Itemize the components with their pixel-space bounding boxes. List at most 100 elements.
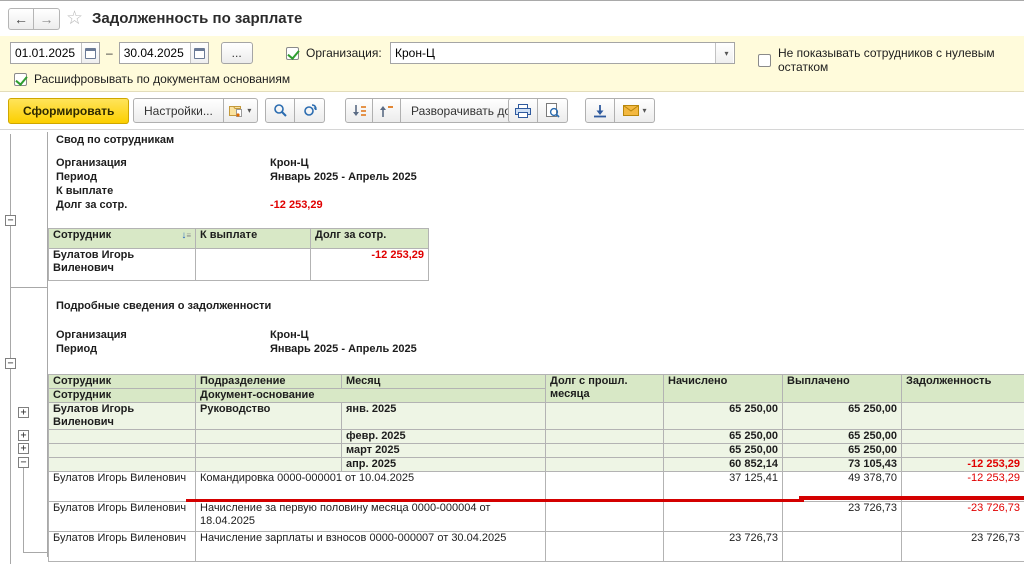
hide-zero-balance-checkbox[interactable]: [758, 54, 771, 67]
cell-paid: 73 105,43: [783, 458, 902, 472]
col-paid: Выплачено: [783, 375, 902, 403]
cell-debt: [902, 444, 1024, 458]
cell-employee: [49, 430, 196, 444]
decrypt-by-documents-label: Расшифровывать по документам основаниям: [34, 72, 290, 86]
row-expander-apr[interactable]: −: [18, 457, 29, 468]
date-to-input[interactable]: [120, 43, 190, 63]
cell-department: [196, 444, 342, 458]
cell-paid: 65 250,00: [783, 430, 902, 444]
forward-button[interactable]: →: [34, 8, 60, 30]
expand-groups-button[interactable]: [345, 98, 373, 123]
group-tree-line: [10, 287, 47, 288]
row-expander-feb[interactable]: +: [18, 430, 29, 441]
date-from-input[interactable]: [11, 43, 81, 63]
summary-org-value: Крон-Ц: [270, 157, 309, 169]
cell-document: Начисление за первую половину месяца 000…: [196, 502, 546, 532]
cell-prev: [546, 430, 664, 444]
chevron-down-icon: ▾: [643, 106, 647, 115]
cell-employee: Булатов Игорь Виленович: [49, 472, 196, 502]
cell-paid: [783, 532, 902, 562]
details-table: Сотрудник Подразделение Месяц Долг с про…: [48, 374, 1024, 562]
cell-prev: [546, 403, 664, 430]
cell-paid: 65 250,00: [783, 444, 902, 458]
table-row: апр. 2025 60 852,14 73 105,43 -12 253,29: [49, 458, 1024, 472]
cell-paid: 65 250,00: [783, 403, 902, 430]
search-next-button[interactable]: [295, 98, 325, 123]
col-accrued: Начислено: [664, 375, 783, 403]
hide-zero-balance-label: Не показывать сотрудников с нулевым оста…: [778, 46, 1024, 74]
settings-button[interactable]: Настройки...: [133, 98, 224, 123]
details-header-fields: ОрганизацияКрон-Ц ПериодЯнварь 2025 - Ап…: [56, 328, 417, 356]
summary-header-fields: ОрганизацияКрон-Ц ПериодЯнварь 2025 - Ап…: [56, 156, 417, 212]
date-from-calendar-button[interactable]: [81, 43, 99, 63]
print-preview-icon: [545, 103, 560, 118]
top-navigation-bar: ← → ☆ Задолженность по зарплате: [0, 0, 1024, 36]
group-expander-details[interactable]: −: [5, 358, 16, 369]
back-button[interactable]: ←: [8, 8, 34, 30]
envelope-icon: [623, 105, 639, 116]
details-section-title: Подробные сведения о задолженности: [56, 300, 271, 312]
row-expander-jan[interactable]: +: [18, 407, 29, 418]
table-row: Булатов Игорь Виленович Руководство янв.…: [49, 403, 1024, 430]
details-period-value: Январь 2025 - Апрель 2025: [270, 343, 417, 355]
details-org-value: Крон-Ц: [270, 329, 309, 341]
table-row: Булатов Игорь Виленович Начисление за пе…: [49, 502, 1024, 532]
cell-accrued: 37 125,41: [664, 472, 783, 502]
date-to-field: [119, 42, 209, 64]
cell-debt: 23 726,73: [902, 532, 1024, 562]
report-variant-icon: [229, 104, 243, 117]
cell-department: [196, 458, 342, 472]
favorite-star-icon[interactable]: ☆: [66, 7, 83, 30]
cell-employee: [49, 458, 196, 472]
summary-row-topay: [196, 249, 311, 281]
group-tree-line: [10, 134, 11, 564]
col-document: Документ-основание: [196, 389, 546, 403]
search-button[interactable]: [265, 98, 295, 123]
details-period-label: Период: [56, 343, 270, 355]
report-variants-button[interactable]: ▾: [224, 98, 258, 123]
save-report-button[interactable]: [585, 98, 615, 123]
summary-table: ↓≡Сотрудник К выплате Долг за сотр. Була…: [48, 228, 429, 281]
summary-col-employee: ↓≡Сотрудник: [49, 229, 196, 249]
forward-arrow-icon: →: [40, 11, 54, 27]
print-button[interactable]: [508, 98, 538, 123]
summary-topay-label: К выплате: [56, 185, 270, 197]
summary-section-title: Свод по сотрудникам: [56, 134, 174, 146]
cell-accrued: [664, 502, 783, 532]
cell-accrued: 60 852,14: [664, 458, 783, 472]
summary-col-topay: К выплате: [196, 229, 311, 249]
page-title: Задолженность по зарплате: [92, 10, 302, 27]
cell-employee: Булатов Игорь Виленович: [49, 532, 196, 562]
table-row: февр. 2025 65 250,00 65 250,00: [49, 430, 1024, 444]
organization-checkbox[interactable]: [286, 47, 299, 60]
col-employee-2: Сотрудник: [49, 389, 196, 403]
table-row: Булатов Игорь Виленович Начисление зарпл…: [49, 532, 1024, 562]
send-email-button[interactable]: ▾: [615, 98, 655, 123]
row-expander-mar[interactable]: +: [18, 443, 29, 454]
decrypt-by-documents-checkbox[interactable]: [14, 73, 27, 86]
search-next-icon: [302, 103, 318, 118]
cell-month: февр. 2025: [342, 430, 546, 444]
cell-employee: Булатов Игорь Виленович: [49, 403, 196, 430]
cell-debt: [902, 403, 1024, 430]
app-window: ← → ☆ Задолженность по зарплате – ... Ор…: [0, 0, 1024, 564]
expand-to-label: Разворачивать до: [411, 104, 511, 118]
collapse-groups-button[interactable]: [373, 98, 401, 123]
date-to-calendar-button[interactable]: [190, 43, 208, 63]
cell-paid: 23 726,73: [783, 502, 902, 532]
details-org-label: Организация: [56, 329, 270, 341]
summary-period-value: Январь 2025 - Апрель 2025: [270, 171, 417, 183]
calendar-icon: [85, 48, 96, 59]
cell-department: [196, 430, 342, 444]
period-more-button[interactable]: ...: [221, 42, 253, 64]
print-preview-button[interactable]: [538, 98, 568, 123]
cell-prev: [546, 532, 664, 562]
sort-descending-icon[interactable]: ↓≡: [181, 229, 191, 242]
cell-prev: [546, 472, 664, 502]
organization-input[interactable]: [391, 43, 715, 63]
generate-report-button[interactable]: Сформировать: [8, 98, 129, 124]
cell-debt: -12 253,29: [902, 458, 1024, 472]
organization-dropdown-button[interactable]: ▾: [715, 43, 733, 63]
group-expander-summary[interactable]: −: [5, 215, 16, 226]
organization-field: ▾: [390, 42, 735, 64]
